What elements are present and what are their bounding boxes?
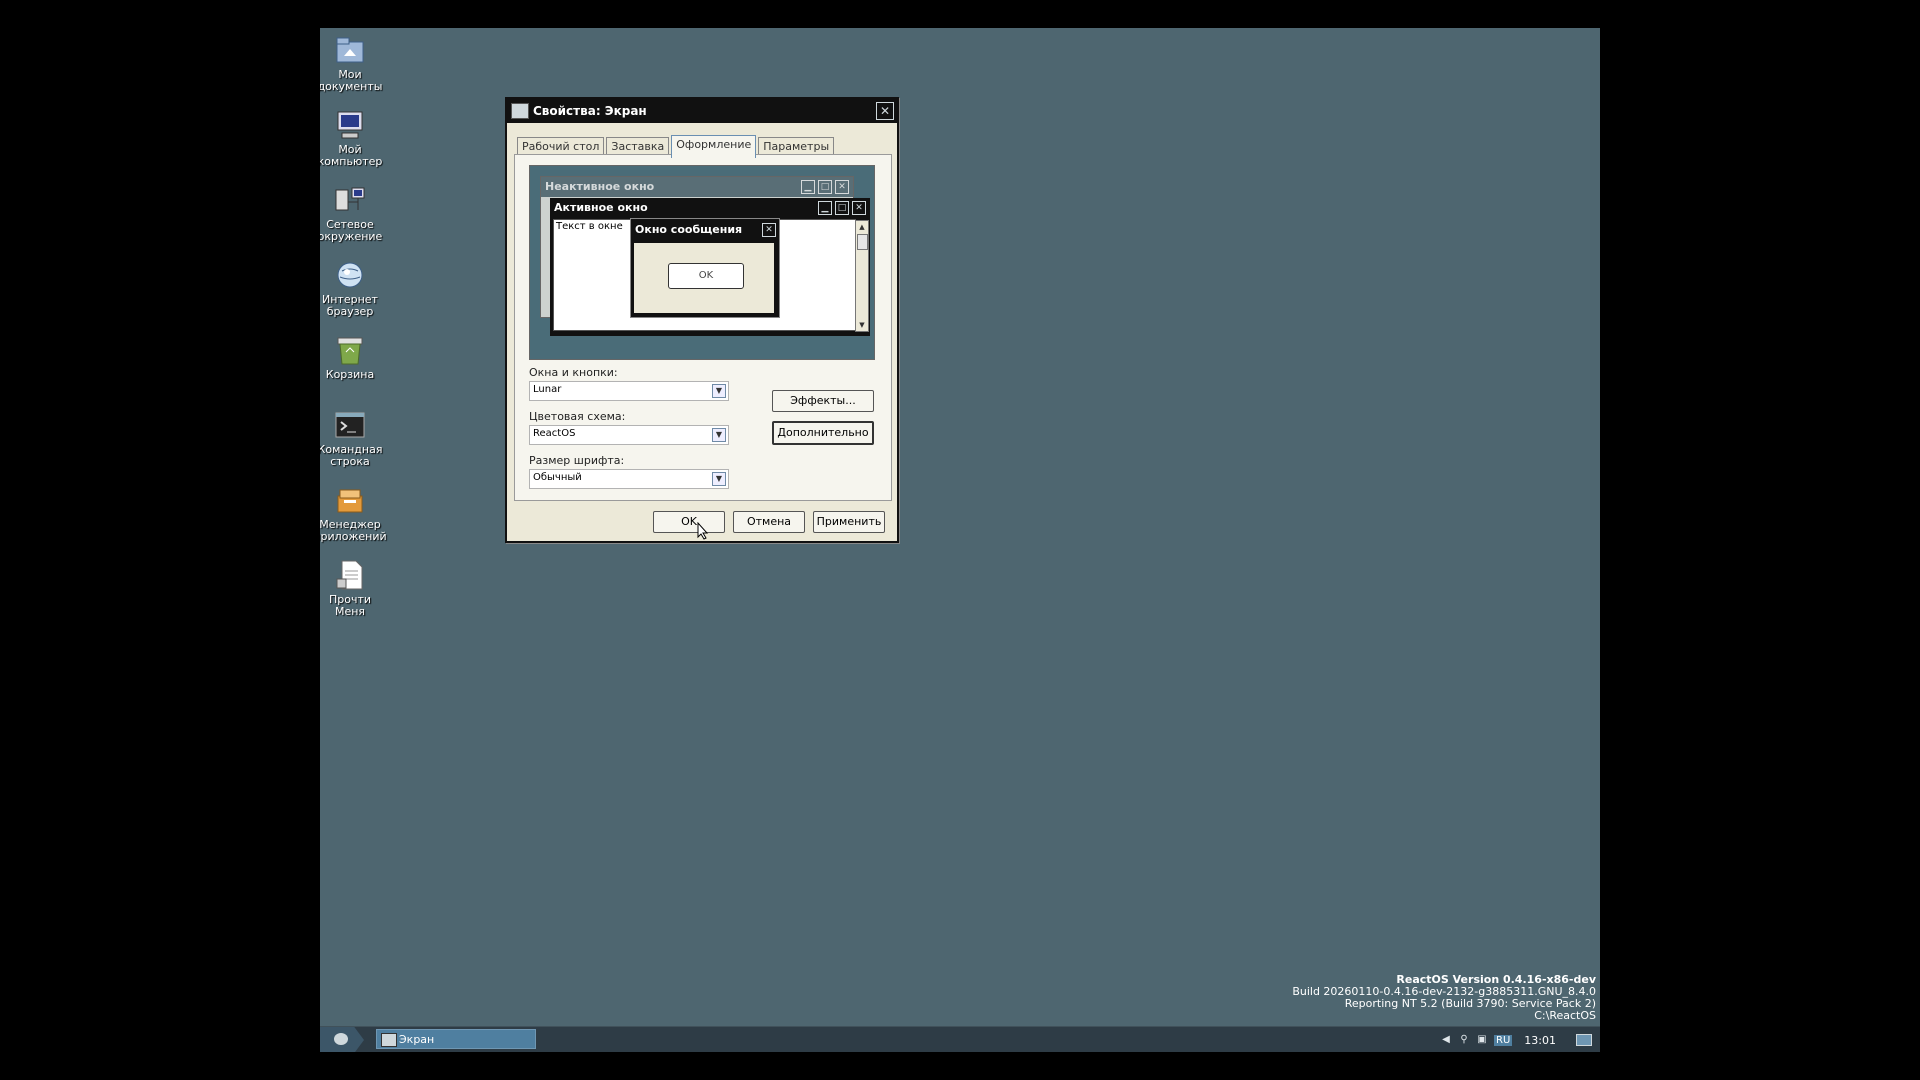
desktop-icon-label: Мой компьютер (320, 143, 383, 168)
close-icon: ✕ (835, 180, 849, 194)
close-button[interactable]: ✕ (876, 102, 894, 120)
version-line-4: C:\ReactOS (1534, 1009, 1596, 1022)
chevron-down-icon[interactable]: ▼ (712, 472, 726, 486)
desktop: Мои документы Мой компьютер Сетевое окру… (320, 28, 1600, 1052)
app-manager-icon (334, 484, 366, 516)
desktop-icon-label: Корзина (325, 368, 375, 381)
recycle-bin-icon (334, 334, 366, 366)
network-status-icon[interactable]: ▣ (1476, 1034, 1488, 1046)
clock[interactable]: 13:01 (1524, 1034, 1556, 1047)
desktop-icon-network[interactable]: Сетевое окружение (320, 184, 390, 243)
preview-active-title: Активное окно (554, 201, 648, 214)
language-indicator[interactable]: RU (1494, 1034, 1513, 1046)
system-tray: ◀ ⚲ ▣ RU 13:01 (1440, 1027, 1600, 1052)
appearance-panel: Неактивное окно ▁ □ ✕ Активное окно ▁ □ (514, 154, 892, 501)
dialog-title: Свойства: Экран (533, 104, 647, 118)
effects-button[interactable]: Эффекты... (772, 390, 874, 412)
preview-ok-button: OK (668, 263, 744, 289)
font-size-label: Размер шрифта: (529, 454, 625, 467)
taskbar-item-label: Экран (399, 1033, 435, 1046)
scroll-thumb (857, 234, 868, 250)
scroll-down-icon: ▼ (859, 321, 865, 329)
preview-window-text: Текст в окне (556, 221, 623, 232)
browser-icon (334, 259, 366, 291)
desktop-icon-command-prompt[interactable]: Командная строка (320, 409, 390, 468)
taskbar-item-display[interactable]: Экран (376, 1029, 536, 1049)
desktop-icon-label: Сетевое окружение (320, 218, 383, 243)
tab-appearance[interactable]: Оформление (671, 135, 757, 158)
display-icon (381, 1033, 397, 1047)
minimize-icon: ▁ (818, 201, 832, 215)
apply-button[interactable]: Применить (813, 511, 885, 533)
volume-icon[interactable]: ◀ (1440, 1034, 1452, 1046)
desktop-icon-label: Менеджер приложений (320, 518, 387, 543)
ok-button[interactable]: OK (653, 511, 725, 533)
color-scheme-select[interactable]: ReactOS ▼ (529, 425, 729, 445)
font-size-value: Обычный (533, 472, 582, 483)
taskbar: Экран ◀ ⚲ ▣ RU 13:01 (320, 1026, 1600, 1052)
maximize-icon: □ (835, 201, 849, 215)
desktop-icon-app-manager[interactable]: Менеджер приложений (320, 484, 390, 543)
maximize-icon: □ (818, 180, 832, 194)
version-info: ReactOS Version 0.4.16-x86-dev Build 202… (1292, 974, 1596, 1022)
desktop-icon-label: Прочти Меня (328, 593, 372, 618)
preview-inactive-title: Неактивное окно (545, 180, 655, 193)
dialog-titlebar[interactable]: Свойства: Экран ✕ (507, 99, 897, 123)
windows-buttons-value: Lunar (533, 384, 562, 395)
close-icon: ✕ (762, 223, 776, 237)
readme-icon (334, 559, 366, 591)
network-icon (334, 184, 366, 216)
reactos-logo-icon (334, 1033, 348, 1045)
windows-buttons-label: Окна и кнопки: (529, 366, 618, 379)
desktop-icon-label: Мои документы (320, 68, 383, 93)
desktop-icon-label: Интернет браузер (322, 293, 378, 318)
chevron-down-icon[interactable]: ▼ (712, 428, 726, 442)
scroll-up-icon: ▲ (859, 223, 865, 231)
advanced-button[interactable]: Дополнительно (772, 421, 874, 445)
color-scheme-value: ReactOS (533, 428, 576, 439)
desktop-icon-browser[interactable]: Интернет браузер (320, 259, 390, 318)
display-properties-dialog: Свойства: Экран ✕ Рабочий стол Заставка … (505, 97, 899, 543)
tab-strip: Рабочий стол Заставка Оформление Парамет… (517, 135, 836, 158)
show-desktop-icon[interactable] (1576, 1034, 1592, 1046)
command-prompt-icon (334, 409, 366, 441)
start-button[interactable] (320, 1027, 364, 1052)
cancel-button[interactable]: Отмена (733, 511, 805, 533)
safely-remove-icon[interactable]: ⚲ (1458, 1034, 1470, 1046)
desktop-icon-my-documents[interactable]: Мои документы (320, 34, 390, 93)
minimize-icon: ▁ (801, 180, 815, 194)
preview-scrollbar: ▲ ▼ (855, 220, 869, 332)
desktop-icon-recycle-bin[interactable]: Корзина (320, 334, 390, 381)
display-icon (511, 103, 529, 119)
preview-message-title: Окно сообщения (635, 223, 743, 236)
my-documents-icon (334, 34, 366, 66)
windows-buttons-select[interactable]: Lunar ▼ (529, 381, 729, 401)
desktop-icon-label: Командная строка (320, 443, 383, 468)
close-icon: ✕ (852, 201, 866, 215)
font-size-select[interactable]: Обычный ▼ (529, 469, 729, 489)
chevron-down-icon[interactable]: ▼ (712, 384, 726, 398)
my-computer-icon (334, 109, 366, 141)
desktop-icon-my-computer[interactable]: Мой компьютер (320, 109, 390, 168)
preview-message-box: Окно сообщения ✕ OK (630, 218, 780, 318)
appearance-preview: Неактивное окно ▁ □ ✕ Активное окно ▁ □ (529, 165, 875, 360)
color-scheme-label: Цветовая схема: (529, 410, 626, 423)
desktop-icon-readme[interactable]: Прочти Меня (320, 559, 390, 618)
